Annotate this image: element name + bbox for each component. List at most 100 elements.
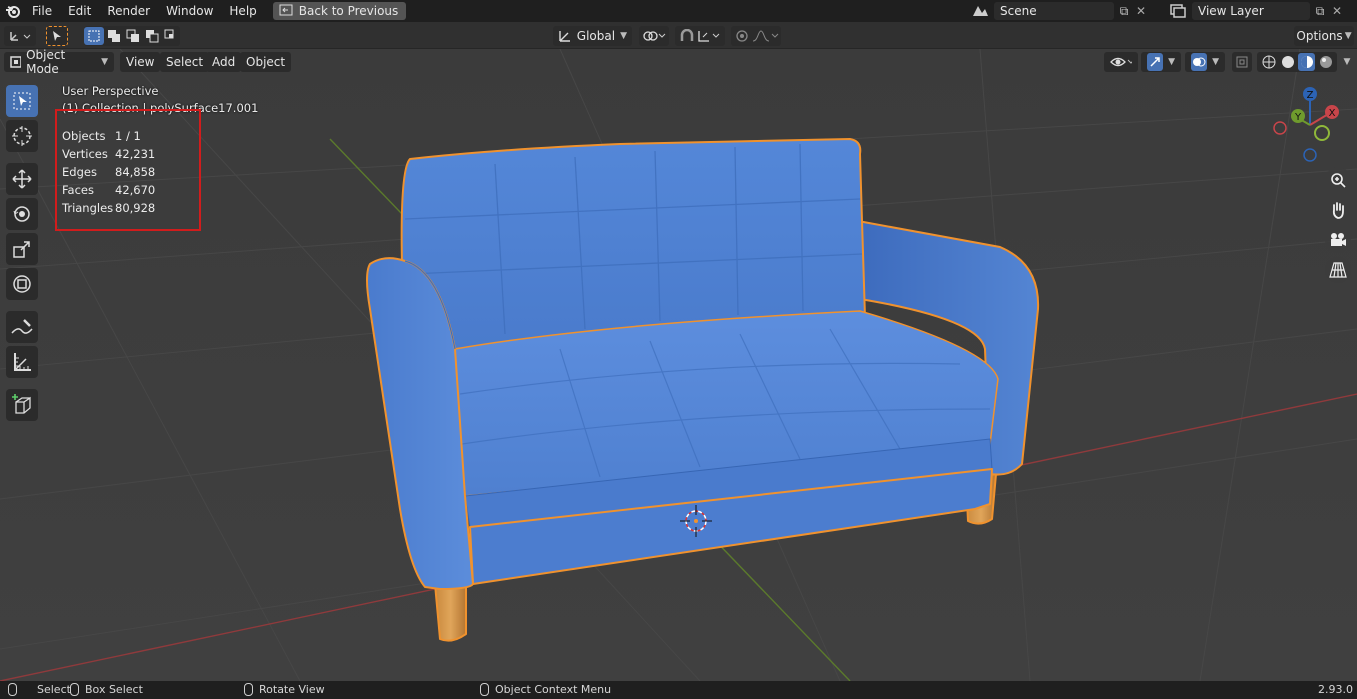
- camera-view-button[interactable]: [1325, 227, 1351, 253]
- proportional-edit-icon: [736, 30, 748, 42]
- scale-icon: [13, 241, 30, 258]
- shading-mode-group: [1257, 52, 1337, 72]
- editor-type-button[interactable]: [4, 26, 36, 46]
- view-layer-selector[interactable]: View Layer ⧉ ✕: [1164, 0, 1344, 22]
- xray-toggle[interactable]: [1232, 52, 1252, 72]
- select-intersect-icon[interactable]: [161, 29, 180, 43]
- stat-row: Objects 1 / 1: [62, 129, 155, 147]
- pivot-point-dropdown[interactable]: [639, 26, 669, 46]
- status-box-select-label: Box Select: [85, 683, 143, 696]
- mouse-middle-icon: [244, 683, 253, 696]
- stat-value: 1 / 1: [115, 129, 141, 143]
- scale-tool[interactable]: [6, 233, 38, 265]
- stat-value: 42,670: [115, 183, 156, 197]
- snapping-group[interactable]: [675, 26, 725, 46]
- copy-scene-icon[interactable]: ⧉: [1114, 4, 1134, 19]
- select-tool-mode-button[interactable]: [46, 26, 68, 46]
- status-context-menu: Object Context Menu: [480, 683, 611, 696]
- menu-edit[interactable]: Edit: [60, 0, 99, 22]
- menu-window[interactable]: Window: [158, 0, 221, 22]
- copy-view-layer-icon[interactable]: ⧉: [1310, 4, 1330, 19]
- object-mode-label: Object Mode: [26, 49, 66, 76]
- material-shading-icon[interactable]: [1298, 53, 1315, 71]
- object-mode-dropdown[interactable]: Object Mode ▼: [4, 49, 114, 76]
- proportional-editing-group[interactable]: [731, 26, 781, 46]
- mouse-drag-icon: [70, 683, 79, 696]
- stat-row: Faces 42,670: [62, 183, 155, 201]
- stat-row: Vertices 42,231: [62, 147, 155, 165]
- select-box-tool[interactable]: [6, 85, 38, 117]
- select-subtract-icon[interactable]: [123, 29, 142, 43]
- delete-view-layer-icon[interactable]: ✕: [1330, 4, 1344, 18]
- magnet-icon: [680, 29, 694, 41]
- move-arrows-icon: [12, 169, 32, 189]
- menu-file[interactable]: File: [24, 0, 60, 22]
- transform-icon: [13, 275, 31, 293]
- back-to-previous-button[interactable]: Back to Previous: [272, 2, 407, 20]
- pencil-icon: [11, 319, 33, 334]
- 3d-cursor-tool-icon: [12, 126, 32, 146]
- rotate-tool[interactable]: [6, 198, 38, 230]
- top-menubar: File Edit Render Window Help Back to Pre…: [0, 0, 1357, 22]
- gizmo-chevron-icon: ▼: [1168, 57, 1175, 67]
- menu-object[interactable]: Object: [240, 52, 292, 72]
- gizmo-z-label: Z: [1307, 90, 1314, 101]
- rendered-shading-icon[interactable]: [1317, 55, 1334, 69]
- mouse-left-icon: [8, 683, 17, 696]
- menu-help[interactable]: Help: [221, 0, 264, 22]
- stat-row: Triangles 80,928: [62, 201, 155, 219]
- tool-header: Global ▼ Options ▼: [0, 22, 1357, 49]
- scene-canvas[interactable]: [0, 49, 1357, 681]
- wireframe-shading-icon[interactable]: [1260, 55, 1277, 69]
- overlays-chevron-icon: ▼: [1212, 57, 1219, 67]
- mode-chevron-icon: ▼: [101, 57, 108, 67]
- object-mode-icon: [10, 56, 22, 68]
- zoom-button[interactable]: [1325, 167, 1351, 193]
- orientation-label: Global: [576, 29, 616, 43]
- blender-logo-icon[interactable]: [2, 0, 24, 22]
- shading-options-dropdown[interactable]: ▼: [1340, 52, 1354, 72]
- 3d-viewport[interactable]: Object Mode ▼ View Select Add Object ▼ ▼…: [0, 49, 1357, 681]
- select-invert-icon[interactable]: [142, 29, 161, 43]
- select-new-icon[interactable]: [84, 27, 104, 45]
- menu-view[interactable]: View: [120, 52, 161, 72]
- navigation-gizmo[interactable]: Z X Y: [1272, 85, 1352, 165]
- add-cube-tool[interactable]: [6, 389, 38, 421]
- delete-scene-icon[interactable]: ✕: [1134, 4, 1148, 18]
- back-to-previous-label: Back to Previous: [298, 4, 399, 18]
- gizmo-toggle[interactable]: ▼: [1141, 52, 1181, 72]
- options-chevron-icon: ▼: [1344, 31, 1352, 41]
- menu-select[interactable]: Select: [160, 52, 210, 72]
- view-layer-icon: [1164, 4, 1192, 18]
- viewport-header: Object Mode ▼ View Select Add Object ▼ ▼…: [0, 49, 1357, 76]
- overlays-icon: [1191, 53, 1208, 71]
- tool-shelf: [6, 85, 40, 424]
- measure-tool[interactable]: [6, 346, 38, 378]
- hand-icon: [1332, 202, 1344, 219]
- overlays-toggle[interactable]: ▼: [1185, 52, 1225, 72]
- solid-shading-icon[interactable]: [1279, 55, 1296, 69]
- options-dropdown[interactable]: Options ▼: [1294, 26, 1354, 46]
- perspective-toggle-button[interactable]: [1325, 257, 1351, 283]
- cursor-tool[interactable]: [6, 120, 38, 152]
- status-bar: Select Box Select Rotate View Object Con…: [0, 681, 1357, 699]
- select-extend-icon[interactable]: [104, 29, 123, 43]
- annotate-tool[interactable]: [6, 311, 38, 343]
- menu-render[interactable]: Render: [99, 0, 158, 22]
- zoom-icon: [1331, 173, 1346, 188]
- scene-name-field[interactable]: Scene: [994, 2, 1114, 20]
- status-rotate-view: Rotate View: [244, 683, 325, 696]
- move-tool[interactable]: [6, 163, 38, 195]
- stat-label: Edges: [62, 165, 97, 179]
- visibility-dropdown[interactable]: [1104, 52, 1138, 72]
- stat-label: Faces: [62, 183, 94, 197]
- transform-orientation-dropdown[interactable]: Global ▼: [553, 26, 632, 46]
- transform-tool[interactable]: [6, 268, 38, 300]
- scene-selector[interactable]: Scene ⧉ ✕: [966, 0, 1148, 22]
- view-layer-field[interactable]: View Layer: [1192, 2, 1310, 20]
- pan-button[interactable]: [1325, 197, 1351, 223]
- scene-statistics: Objects 1 / 1 Vertices 42,231 Edges 84,858 …: [62, 129, 155, 219]
- chevron-down-icon: ▼: [620, 31, 627, 41]
- menu-add[interactable]: Add: [206, 52, 242, 72]
- stat-value: 42,231: [115, 147, 156, 161]
